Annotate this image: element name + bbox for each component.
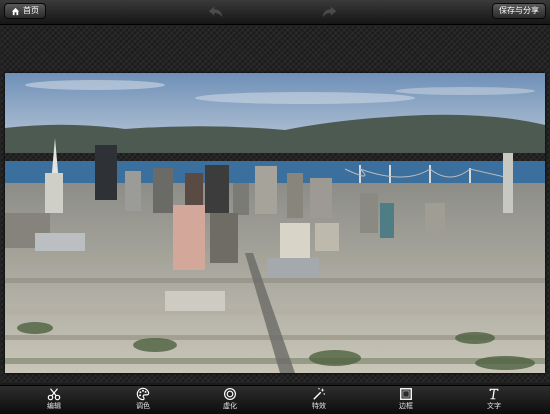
focus-icon	[224, 388, 236, 400]
tool-text-label: 文字	[487, 402, 501, 410]
home-icon	[11, 7, 20, 15]
tool-color-label: 调色	[136, 402, 150, 410]
magic-wand-icon	[313, 387, 325, 400]
text-icon	[489, 388, 499, 400]
tool-text[interactable]: 文字	[474, 387, 514, 413]
bottom-toolbar: 编辑 调色 虚化 特效 边框 文字	[0, 385, 550, 414]
palette-icon	[136, 387, 150, 401]
tool-frame-label: 边框	[399, 402, 413, 410]
top-toolbar: 首页 保存与分享	[0, 0, 550, 25]
redo-icon[interactable]	[320, 3, 338, 21]
frame-icon	[400, 388, 412, 400]
canvas-area	[0, 25, 550, 383]
tool-effects[interactable]: 特效	[299, 387, 339, 413]
tool-frame[interactable]: 边框	[386, 387, 426, 413]
tool-edit-label: 编辑	[47, 402, 61, 410]
tool-effects-label: 特效	[312, 402, 326, 410]
tool-edit[interactable]: 编辑	[34, 387, 74, 413]
undo-icon[interactable]	[207, 3, 225, 21]
save-share-label: 保存与分享	[499, 6, 539, 15]
tool-color[interactable]: 调色	[123, 387, 163, 413]
photo-preview[interactable]	[5, 73, 545, 373]
home-label: 首页	[23, 6, 39, 15]
save-share-button[interactable]: 保存与分享	[492, 3, 546, 19]
home-button[interactable]: 首页	[4, 3, 46, 19]
scissors-icon	[47, 388, 61, 401]
tool-blur[interactable]: 虚化	[210, 387, 250, 413]
tool-blur-label: 虚化	[223, 402, 237, 410]
